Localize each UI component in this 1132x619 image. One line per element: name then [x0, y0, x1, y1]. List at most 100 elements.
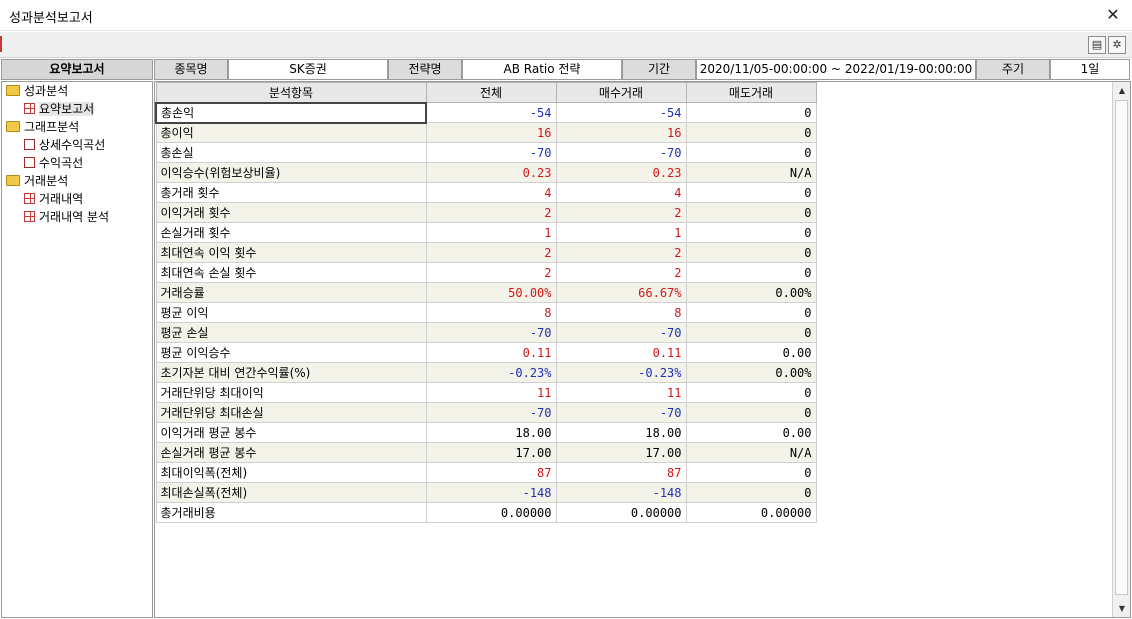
- row-label[interactable]: 총거래비용: [155, 502, 427, 523]
- cell-buy[interactable]: -148: [555, 482, 687, 503]
- header-item[interactable]: 분석항목: [155, 82, 427, 103]
- cell-total[interactable]: 2: [425, 202, 557, 223]
- row-label[interactable]: 이익거래 평균 봉수: [155, 422, 427, 443]
- cell-buy[interactable]: -70: [555, 322, 687, 343]
- cell-total[interactable]: 11: [425, 382, 557, 403]
- cell-sell[interactable]: 0: [685, 122, 817, 143]
- table-row[interactable]: 이익거래 횟수 2 2 0: [155, 202, 817, 223]
- cell-sell[interactable]: 0: [685, 262, 817, 283]
- cell-total[interactable]: 8: [425, 302, 557, 323]
- cell-total[interactable]: -54: [425, 102, 557, 123]
- vertical-scrollbar[interactable]: ▲ ▼: [1112, 82, 1130, 617]
- cell-buy[interactable]: 2: [555, 242, 687, 263]
- cell-total[interactable]: -70: [425, 142, 557, 163]
- row-label[interactable]: 총손익: [155, 101, 427, 124]
- tree-item-equity-curve[interactable]: 수익곡선: [24, 155, 83, 172]
- cell-sell[interactable]: 0: [685, 222, 817, 243]
- table-row[interactable]: 거래단위당 최대손실 -70 -70 0: [155, 402, 817, 423]
- cell-total[interactable]: 17.00: [425, 442, 557, 463]
- cell-buy[interactable]: 16: [555, 122, 687, 143]
- cell-sell[interactable]: 0: [685, 482, 817, 503]
- row-label[interactable]: 거래단위당 최대이익: [155, 382, 427, 403]
- gear-icon[interactable]: ✲: [1108, 36, 1126, 54]
- cell-buy[interactable]: -0.23%: [555, 362, 687, 383]
- close-icon[interactable]: ✕: [1102, 4, 1124, 26]
- header-total[interactable]: 전체: [425, 82, 557, 103]
- cell-total[interactable]: 16: [425, 122, 557, 143]
- row-label[interactable]: 최대이익폭(전체): [155, 462, 427, 483]
- cell-sell[interactable]: 0: [685, 462, 817, 483]
- table-row[interactable]: 손실거래 횟수 1 1 0: [155, 222, 817, 243]
- cell-buy[interactable]: 11: [555, 382, 687, 403]
- cell-sell[interactable]: 0: [685, 302, 817, 323]
- cell-buy[interactable]: 18.00: [555, 422, 687, 443]
- cell-buy[interactable]: 2: [555, 262, 687, 283]
- row-label[interactable]: 평균 이익: [155, 302, 427, 323]
- cell-sell[interactable]: 0: [685, 102, 817, 123]
- save-icon[interactable]: ▤: [1088, 36, 1106, 54]
- row-label[interactable]: 총이익: [155, 122, 427, 143]
- table-row[interactable]: 최대이익폭(전체) 87 87 0: [155, 462, 817, 483]
- header-sell[interactable]: 매도거래: [685, 82, 817, 103]
- cell-buy[interactable]: 0.23: [555, 162, 687, 183]
- tree-group-graph[interactable]: 그래프분석: [6, 119, 79, 136]
- cell-buy[interactable]: 0.00000: [555, 502, 687, 523]
- row-label[interactable]: 총거래 횟수: [155, 182, 427, 203]
- cell-total[interactable]: 50.00%: [425, 282, 557, 303]
- tree-group-trade[interactable]: 거래분석: [6, 173, 68, 190]
- cell-total[interactable]: -148: [425, 482, 557, 503]
- row-label[interactable]: 평균 손실: [155, 322, 427, 343]
- cell-buy[interactable]: 0.11: [555, 342, 687, 363]
- cell-sell[interactable]: N/A: [685, 442, 817, 463]
- table-row[interactable]: 평균 이익 8 8 0: [155, 302, 817, 323]
- table-row[interactable]: 손실거래 평균 봉수 17.00 17.00 N/A: [155, 442, 817, 463]
- row-label[interactable]: 손실거래 평균 봉수: [155, 442, 427, 463]
- table-row[interactable]: 거래승률 50.00% 66.67% 0.00%: [155, 282, 817, 303]
- cell-total[interactable]: 0.00000: [425, 502, 557, 523]
- cell-total[interactable]: 18.00: [425, 422, 557, 443]
- cell-sell[interactable]: 0: [685, 242, 817, 263]
- row-label[interactable]: 총손실: [155, 142, 427, 163]
- row-label[interactable]: 최대연속 손실 횟수: [155, 262, 427, 283]
- table-row[interactable]: 총손실 -70 -70 0: [155, 142, 817, 163]
- cell-total[interactable]: 87: [425, 462, 557, 483]
- tree-group-performance[interactable]: 성과분석: [6, 83, 68, 100]
- cell-buy[interactable]: -70: [555, 402, 687, 423]
- cell-buy[interactable]: 8: [555, 302, 687, 323]
- cell-buy[interactable]: 1: [555, 222, 687, 243]
- table-row[interactable]: 총손익 -54 -54 0: [155, 101, 817, 124]
- scroll-down-icon[interactable]: ▼: [1113, 600, 1131, 617]
- tree-item-detailed-equity-curve[interactable]: 상세수익곡선: [24, 137, 105, 154]
- cell-sell[interactable]: 0: [685, 322, 817, 343]
- table-row[interactable]: 이익거래 평균 봉수 18.00 18.00 0.00: [155, 422, 817, 443]
- table-row[interactable]: 거래단위당 최대이익 11 11 0: [155, 382, 817, 403]
- tree-item-trade-analysis[interactable]: 거래내역 분석: [24, 209, 109, 226]
- cell-sell[interactable]: 0.00: [685, 422, 817, 443]
- table-row[interactable]: 총이익 16 16 0: [155, 122, 817, 143]
- cell-buy[interactable]: -54: [555, 102, 687, 123]
- cell-buy[interactable]: 87: [555, 462, 687, 483]
- cell-buy[interactable]: 66.67%: [555, 282, 687, 303]
- scroll-thumb[interactable]: [1115, 100, 1128, 595]
- row-label[interactable]: 거래단위당 최대손실: [155, 402, 427, 423]
- table-row[interactable]: 평균 이익승수 0.11 0.11 0.00: [155, 342, 817, 363]
- cell-total[interactable]: 1: [425, 222, 557, 243]
- row-label[interactable]: 평균 이익승수: [155, 342, 427, 363]
- table-row[interactable]: 이익승수(위험보상비율) 0.23 0.23 N/A: [155, 162, 817, 183]
- cell-sell[interactable]: 0: [685, 142, 817, 163]
- cell-buy[interactable]: 2: [555, 202, 687, 223]
- cell-sell[interactable]: 0: [685, 182, 817, 203]
- tree-item-summary-report[interactable]: 요약보고서: [24, 101, 95, 118]
- scroll-up-icon[interactable]: ▲: [1113, 82, 1131, 99]
- cell-total[interactable]: 0.11: [425, 342, 557, 363]
- cell-buy[interactable]: -70: [555, 142, 687, 163]
- row-label[interactable]: 거래승률: [155, 282, 427, 303]
- cell-sell[interactable]: 0: [685, 382, 817, 403]
- row-label[interactable]: 초기자본 대비 연간수익률(%): [155, 362, 427, 383]
- table-row[interactable]: 총거래비용 0.00000 0.00000 0.00000: [155, 502, 817, 523]
- cell-total[interactable]: 2: [425, 262, 557, 283]
- cell-total[interactable]: 0.23: [425, 162, 557, 183]
- table-row[interactable]: 총거래 횟수 4 4 0: [155, 182, 817, 203]
- cell-sell[interactable]: 0.00000: [685, 502, 817, 523]
- tree-item-trade-history[interactable]: 거래내역: [24, 191, 83, 208]
